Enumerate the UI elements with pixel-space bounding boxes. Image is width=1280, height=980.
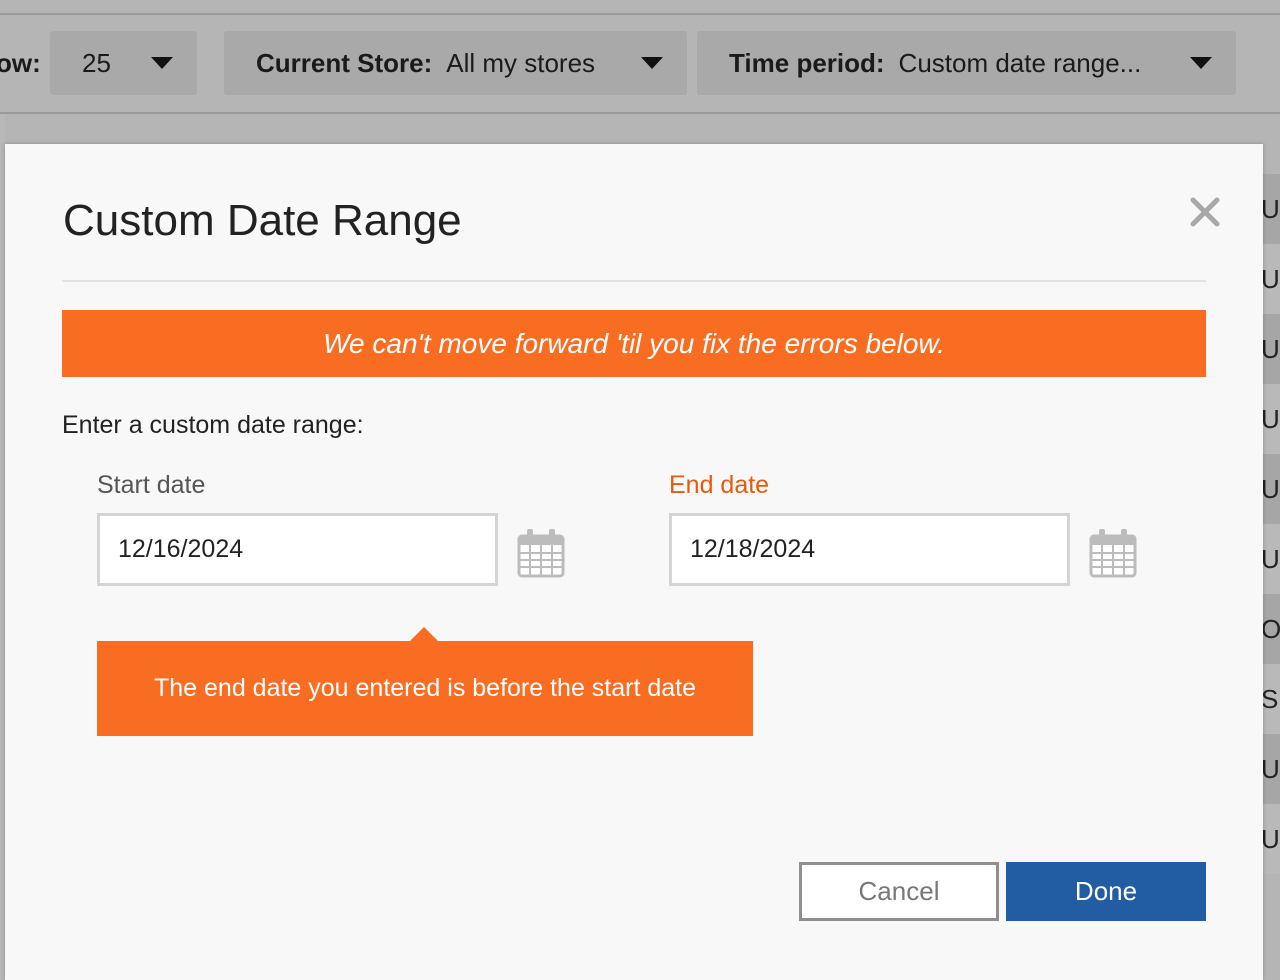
header-divider	[0, 13, 1280, 15]
error-banner-text: We can't move forward 'til you fix the e…	[323, 327, 945, 359]
end-date-input[interactable]	[669, 513, 1070, 586]
validation-message: The end date you entered is before the s…	[153, 674, 697, 702]
date-range-prompt: Enter a custom date range:	[62, 411, 364, 439]
rows-per-page-label: ow:	[0, 48, 41, 78]
current-store-dropdown[interactable]: Current Store: All my stores	[224, 31, 687, 95]
custom-date-range-dialog: Custom Date Range We can't move forward …	[5, 144, 1263, 980]
time-period-value: Custom date range...	[898, 47, 1142, 78]
error-banner: We can't move forward 'til you fix the e…	[62, 310, 1206, 377]
start-date-input[interactable]	[97, 513, 498, 586]
rows-per-page-value: 25	[82, 47, 111, 78]
time-period-label: Time period:	[729, 47, 885, 78]
chevron-down-icon	[151, 57, 173, 69]
dialog-title: Custom Date Range	[63, 196, 462, 245]
chevron-down-icon	[641, 57, 663, 69]
current-store-value: All my stores	[446, 47, 596, 78]
calendar-icon[interactable]	[517, 528, 565, 578]
close-icon[interactable]	[1187, 194, 1223, 230]
cancel-button[interactable]: Cancel	[799, 862, 999, 921]
title-divider	[62, 280, 1206, 282]
start-date-label: Start date	[97, 471, 206, 499]
validation-tooltip: The end date you entered is before the s…	[97, 627, 753, 736]
time-period-dropdown[interactable]: Time period: Custom date range...	[697, 31, 1236, 95]
toolbar-divider	[0, 112, 1280, 114]
calendar-icon[interactable]	[1089, 528, 1137, 578]
done-button[interactable]: Done	[1006, 862, 1206, 921]
rows-per-page-dropdown[interactable]: 25	[50, 31, 197, 95]
current-store-label: Current Store:	[256, 47, 433, 78]
chevron-down-icon	[1190, 57, 1212, 69]
end-date-label: End date	[669, 471, 770, 499]
